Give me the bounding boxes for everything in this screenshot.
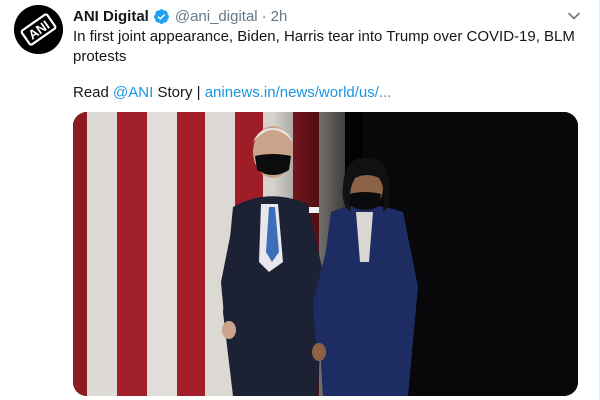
tweet-card[interactable]: ANI ANI Digital @ani_digital · 2h In fir… <box>0 0 600 400</box>
tweet-header: ANI Digital @ani_digital · 2h <box>73 6 559 26</box>
user-handle[interactable]: @ani_digital <box>175 8 258 25</box>
separator-dot: · <box>261 7 267 25</box>
chevron-down-icon[interactable] <box>566 8 582 24</box>
article-link[interactable]: aninews.in/news/world/us/... <box>205 84 392 101</box>
verified-badge-icon <box>153 8 170 25</box>
display-name[interactable]: ANI Digital <box>73 8 149 25</box>
photo-scene <box>73 112 578 396</box>
read-prefix: Read <box>73 84 109 101</box>
tweet-photo[interactable] <box>73 112 578 396</box>
tweet-text: In first joint appearance, Biden, Harris… <box>73 28 575 65</box>
read-story-line: Read @ANI Story | aninews.in/news/world/… <box>73 83 578 103</box>
timestamp[interactable]: 2h <box>271 8 288 25</box>
mention-link[interactable]: @ANI <box>113 84 153 101</box>
story-label: Story | <box>157 84 201 101</box>
ani-logo: ANI <box>14 5 63 54</box>
avatar[interactable]: ANI <box>14 5 63 54</box>
